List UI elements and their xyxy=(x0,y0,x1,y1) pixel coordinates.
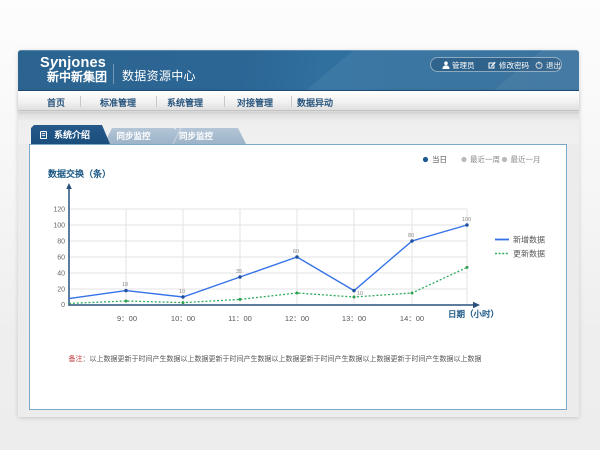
svg-text:9：00: 9：00 xyxy=(117,314,137,323)
svg-text:更新数据: 更新数据 xyxy=(513,249,545,259)
svg-text:80: 80 xyxy=(57,239,65,246)
svg-text:120: 120 xyxy=(53,207,65,214)
svg-text:10: 10 xyxy=(357,291,363,297)
svg-text:20: 20 xyxy=(57,287,65,294)
svg-text:当日: 当日 xyxy=(432,154,447,164)
svg-text:11：00: 11：00 xyxy=(228,314,252,323)
svg-text:18: 18 xyxy=(122,282,128,288)
svg-text:80: 80 xyxy=(408,233,414,239)
svg-text:10：00: 10：00 xyxy=(171,314,195,323)
svg-text:60: 60 xyxy=(57,255,65,262)
svg-text:最近一月: 最近一月 xyxy=(511,154,541,164)
svg-text:10: 10 xyxy=(179,289,185,295)
svg-text:13：00: 13：00 xyxy=(342,314,366,323)
svg-text:60: 60 xyxy=(293,249,299,255)
svg-text:14：00: 14：00 xyxy=(400,314,424,323)
svg-text:100: 100 xyxy=(53,223,65,230)
svg-text:新增数据: 新增数据 xyxy=(513,235,545,245)
svg-text:备注：以上数据更新于时间产生数据以上数据更新于时间产生数据以: 备注：以上数据更新于时间产生数据以上数据更新于时间产生数据以上数据更新于时间产生… xyxy=(69,354,482,363)
svg-text:35: 35 xyxy=(236,269,242,275)
svg-text:日期（小时）: 日期（小时） xyxy=(448,309,499,319)
svg-text:100: 100 xyxy=(462,217,471,223)
svg-text:12：00: 12：00 xyxy=(285,314,309,323)
svg-text:40: 40 xyxy=(57,271,65,278)
svg-text:数据交换（条）: 数据交换（条） xyxy=(48,168,111,179)
svg-text:最近一周: 最近一周 xyxy=(470,154,500,164)
svg-text:0: 0 xyxy=(61,302,65,309)
